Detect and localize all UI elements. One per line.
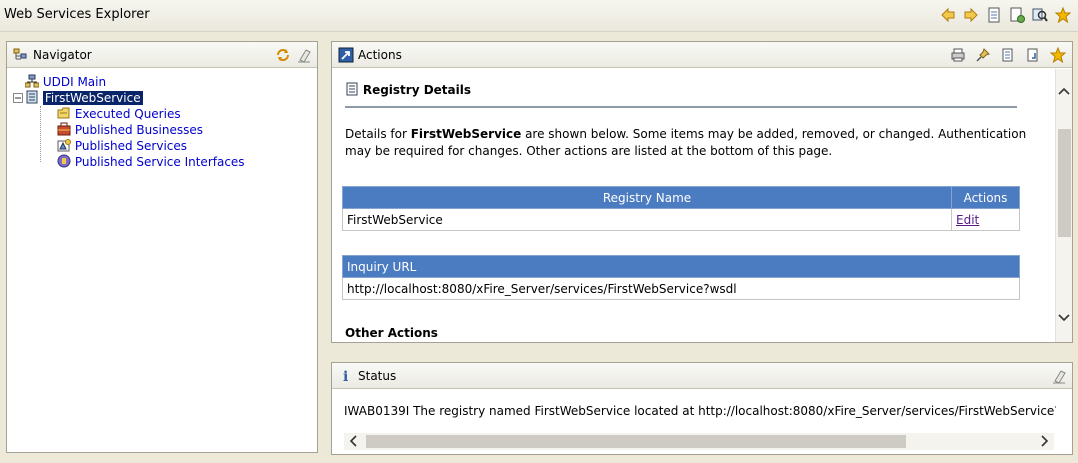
status-title: Status	[358, 369, 397, 383]
table-row: FirstWebService Edit	[342, 208, 1020, 231]
svg-text:i: i	[343, 369, 348, 384]
folder-queries-icon	[57, 107, 70, 119]
business-icon	[57, 122, 71, 136]
registry-tree-icon	[24, 74, 40, 88]
edit-link[interactable]: Edit	[956, 213, 979, 227]
column-header-registry-name: Registry Name	[342, 186, 952, 209]
scroll-down-icon[interactable]	[1058, 312, 1070, 326]
main-toolbar	[939, 6, 1072, 24]
registry-name-cell: FirstWebService	[342, 208, 952, 231]
table-row: http://localhost:8080/xFire_Server/servi…	[342, 277, 1020, 300]
scroll-left-icon[interactable]	[348, 435, 358, 450]
back-arrow-icon[interactable]	[939, 6, 957, 24]
pin-icon[interactable]	[975, 47, 991, 66]
registry-details-heading: Registry Details	[345, 82, 471, 97]
tree-item-label: Executed Queries	[74, 107, 181, 121]
actions-toolbar	[950, 46, 1067, 66]
description-bold: FirstWebService	[410, 127, 522, 141]
column-header-inquiry-url: Inquiry URL	[342, 255, 1020, 278]
other-actions-heading: Other Actions	[345, 326, 438, 340]
scroll-up-icon[interactable]	[1058, 85, 1070, 99]
copy-document-icon[interactable]	[1000, 47, 1016, 66]
favorites-star-icon[interactable]	[1054, 6, 1072, 24]
tree-item-published-businesses[interactable]: Published Businesses	[57, 122, 203, 138]
forward-arrow-icon[interactable]	[962, 6, 980, 24]
document-icon[interactable]	[985, 6, 1003, 24]
navigator-panel: Navigator UDDI Main FirstWebService Exec…	[6, 41, 318, 453]
registry-table: Registry Name Actions FirstWebService Ed…	[342, 186, 1020, 231]
service-interface-icon	[57, 154, 71, 168]
tree-item-published-services[interactable]: Published Services	[57, 138, 187, 154]
registry-description: Details for FirstWebService are shown be…	[345, 126, 1050, 160]
status-header: i Status	[332, 363, 1072, 389]
actions-vertical-scrollbar[interactable]	[1055, 69, 1072, 342]
title-bar: Web Services Explorer	[0, 0, 1078, 32]
info-icon: i	[338, 368, 354, 385]
tree-item-executed-queries[interactable]: Executed Queries	[57, 106, 181, 122]
actions-panel: Actions Registry Details Details for Fir…	[331, 41, 1073, 343]
tree-item-label: Published Businesses	[74, 123, 203, 137]
actions-arrow-icon	[338, 47, 354, 63]
tree-item-published-service-interfaces[interactable]: Published Service Interfaces	[57, 154, 245, 170]
tree-connector	[40, 106, 41, 162]
navigator-tree-icon	[13, 47, 29, 63]
tree-item-label: Published Service Interfaces	[74, 155, 245, 169]
tree-item-firstwebservice[interactable]: FirstWebService	[13, 90, 143, 106]
service-icon	[57, 139, 71, 152]
actions-content: Registry Details Details for FirstWebSer…	[332, 69, 1072, 342]
refresh-document-icon[interactable]	[1025, 47, 1041, 66]
description-prefix: Details for	[345, 127, 411, 141]
column-header-actions: Actions	[951, 186, 1020, 209]
registry-book-icon	[26, 90, 38, 104]
tree-item-uddi-main[interactable]: UDDI Main	[24, 74, 107, 90]
tree-item-label: Published Services	[74, 139, 188, 153]
sync-icon[interactable]	[275, 47, 291, 66]
clear-eraser-icon[interactable]	[296, 47, 312, 66]
table-header-row: Inquiry URL	[342, 255, 1020, 278]
collapse-toggle-icon[interactable]	[13, 92, 23, 106]
inquiry-url-cell: http://localhost:8080/xFire_Server/servi…	[342, 277, 1020, 300]
registry-book-icon	[346, 82, 358, 96]
clear-eraser-icon[interactable]	[1051, 368, 1067, 387]
print-icon[interactable]	[950, 47, 966, 66]
document-gear-icon[interactable]	[1008, 6, 1026, 24]
scroll-right-icon[interactable]	[1040, 435, 1050, 450]
section-title: Registry Details	[362, 83, 472, 97]
actions-header: Actions	[332, 42, 1072, 68]
navigator-header: Navigator	[7, 42, 317, 68]
status-horizontal-scrollbar[interactable]	[344, 433, 1054, 450]
tree-item-label: UDDI Main	[42, 75, 107, 89]
tree-item-label: FirstWebService	[42, 91, 143, 105]
scroll-thumb[interactable]	[1058, 129, 1071, 237]
section-divider	[345, 106, 1017, 108]
favorites-star-icon[interactable]	[1049, 46, 1067, 66]
status-panel: i Status IWAB0139I The registry named Fi…	[331, 362, 1073, 455]
scroll-thumb[interactable]	[366, 435, 906, 448]
app-title: Web Services Explorer	[4, 7, 150, 22]
inquiry-url-table: Inquiry URL http://localhost:8080/xFire_…	[342, 255, 1020, 300]
navigator-title: Navigator	[33, 48, 92, 62]
actions-title: Actions	[358, 48, 402, 62]
status-message: IWAB0139I The registry named FirstWebSer…	[344, 404, 1056, 418]
table-header-row: Registry Name Actions	[342, 186, 1020, 209]
search-icon[interactable]	[1031, 6, 1049, 24]
